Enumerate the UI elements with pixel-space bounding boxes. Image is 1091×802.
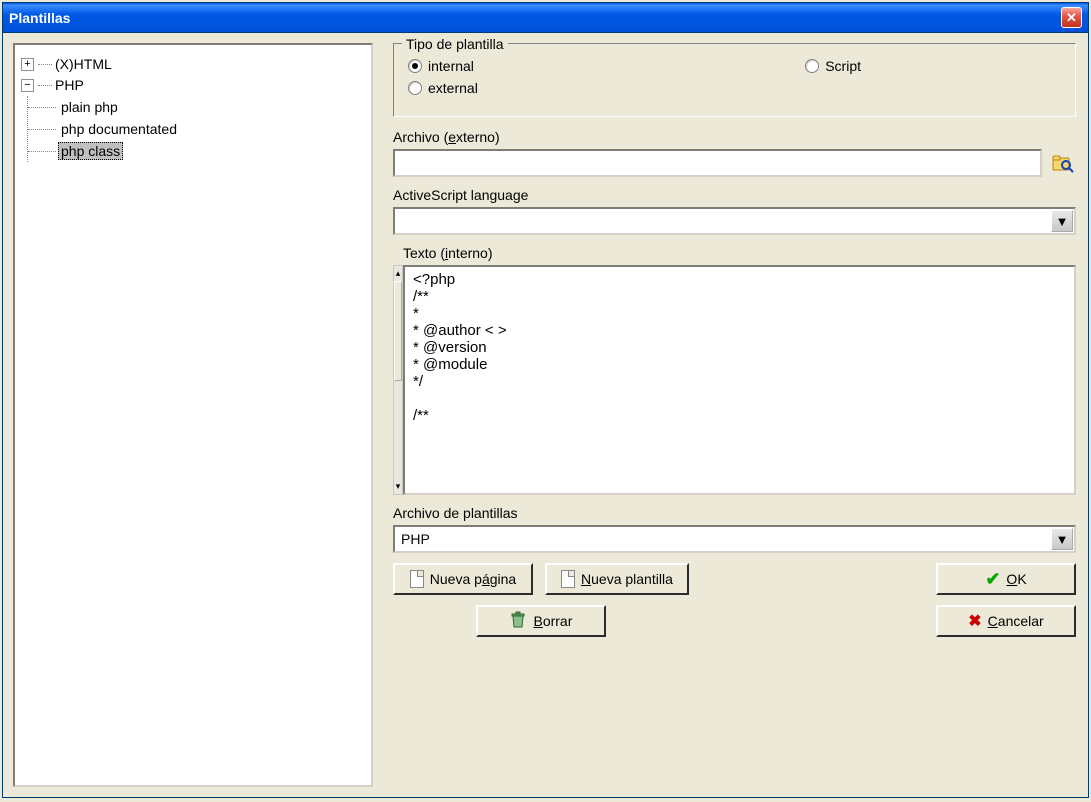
trash-icon: [509, 611, 527, 632]
scroll-thumb[interactable]: [394, 281, 402, 381]
search-folder-icon: [1052, 153, 1074, 173]
button-label: Cancelar: [988, 613, 1044, 629]
tree-node-xhtml[interactable]: + (X)HTML: [21, 54, 365, 74]
activescript-combo[interactable]: ▼: [393, 207, 1076, 235]
archivo-externo-label: Archivo (externo): [393, 129, 1076, 145]
archivo-plantillas-combo[interactable]: PHP ▼: [393, 525, 1076, 553]
tree-connector: [38, 64, 52, 65]
tree-label[interactable]: php class: [58, 142, 123, 160]
titlebar-text: Plantillas: [9, 10, 70, 26]
radio-icon: [408, 59, 422, 73]
borrar-button[interactable]: Borrar: [476, 605, 606, 637]
scroll-down-icon[interactable]: ▾: [396, 481, 401, 492]
nueva-plantilla-button[interactable]: Nueva plantilla: [545, 563, 689, 595]
radio-label: Script: [825, 58, 861, 74]
check-icon: ✔: [985, 569, 1000, 590]
archivo-externo-row: [393, 149, 1076, 177]
form-panel: Tipo de plantilla internal Script: [373, 33, 1088, 797]
radio-icon: [408, 81, 422, 95]
button-bar-right: ✔ OK ✖ Cancelar: [936, 563, 1076, 637]
texto-interno-textarea[interactable]: <?php /** * * @author < > * @version * @…: [403, 265, 1076, 495]
tree-children-php: plain php php documentated php class: [27, 96, 365, 162]
chevron-down-icon[interactable]: ▼: [1051, 528, 1073, 550]
tree-label[interactable]: PHP: [52, 76, 87, 94]
expand-icon[interactable]: +: [21, 58, 34, 71]
radio-label: internal: [428, 58, 474, 74]
tree-connector: [28, 118, 58, 140]
ok-button[interactable]: ✔ OK: [936, 563, 1076, 595]
template-tree: + (X)HTML − PHP plain php php: [15, 45, 371, 170]
archivo-externo-input[interactable]: [393, 149, 1042, 177]
radio-icon: [805, 59, 819, 73]
tree-label[interactable]: (X)HTML: [52, 55, 115, 73]
texto-interno-label: Texto (interno): [403, 245, 1076, 261]
tree-node-php-class[interactable]: php class: [28, 140, 365, 162]
combo-value: PHP: [401, 531, 430, 547]
close-icon: ✕: [1066, 10, 1077, 26]
close-button[interactable]: ✕: [1061, 7, 1082, 28]
tree-connector: [28, 96, 58, 118]
button-label: Nueva página: [430, 571, 516, 587]
group-legend: Tipo de plantilla: [402, 36, 508, 52]
button-bar-left: Nueva página Nueva plantilla: [393, 563, 689, 637]
templates-dialog: Plantillas ✕ + (X)HTML − PHP: [2, 2, 1089, 798]
archivo-plantillas-label: Archivo de plantillas: [393, 505, 1076, 521]
scroll-up-icon[interactable]: ▴: [396, 268, 401, 279]
radio-external[interactable]: external: [408, 80, 478, 96]
dialog-content: + (X)HTML − PHP plain php php: [3, 33, 1088, 797]
tree-label[interactable]: php documentated: [58, 120, 180, 138]
cross-icon: ✖: [968, 611, 981, 631]
radio-internal[interactable]: internal: [408, 58, 474, 74]
page-icon: [561, 570, 575, 588]
tree-connector: [38, 85, 52, 86]
template-type-group: Tipo de plantilla internal Script: [393, 43, 1076, 117]
tree-node-plain-php[interactable]: plain php: [28, 96, 365, 118]
texto-interno-row: ▴ ▾ Texto (interno) <?php /** * * @autho…: [393, 245, 1076, 495]
radio-script[interactable]: Script: [805, 58, 861, 74]
page-icon: [410, 570, 424, 588]
collapse-icon[interactable]: −: [21, 79, 34, 92]
cancelar-button[interactable]: ✖ Cancelar: [936, 605, 1076, 637]
button-label: Nueva plantilla: [581, 571, 673, 587]
tree-node-php-documentated[interactable]: php documentated: [28, 118, 365, 140]
radio-label: external: [428, 80, 478, 96]
button-label: OK: [1006, 571, 1026, 587]
tree-node-php[interactable]: − PHP: [21, 75, 365, 95]
tree-label[interactable]: plain php: [58, 98, 121, 116]
template-tree-panel: + (X)HTML − PHP plain php php: [13, 43, 373, 787]
radio-row-2: external: [408, 80, 1061, 96]
left-scrollbar[interactable]: ▴ ▾: [393, 265, 403, 495]
nueva-pagina-button[interactable]: Nueva página: [393, 563, 533, 595]
browse-button[interactable]: [1050, 150, 1076, 176]
activescript-label: ActiveScript language: [393, 187, 1076, 203]
radio-row-1: internal Script: [408, 58, 1061, 74]
tree-connector: [28, 140, 58, 162]
titlebar[interactable]: Plantillas ✕: [3, 3, 1088, 33]
button-label: Borrar: [533, 613, 572, 629]
chevron-down-icon[interactable]: ▼: [1051, 210, 1073, 232]
button-bar: Nueva página Nueva plantilla: [393, 563, 1076, 637]
